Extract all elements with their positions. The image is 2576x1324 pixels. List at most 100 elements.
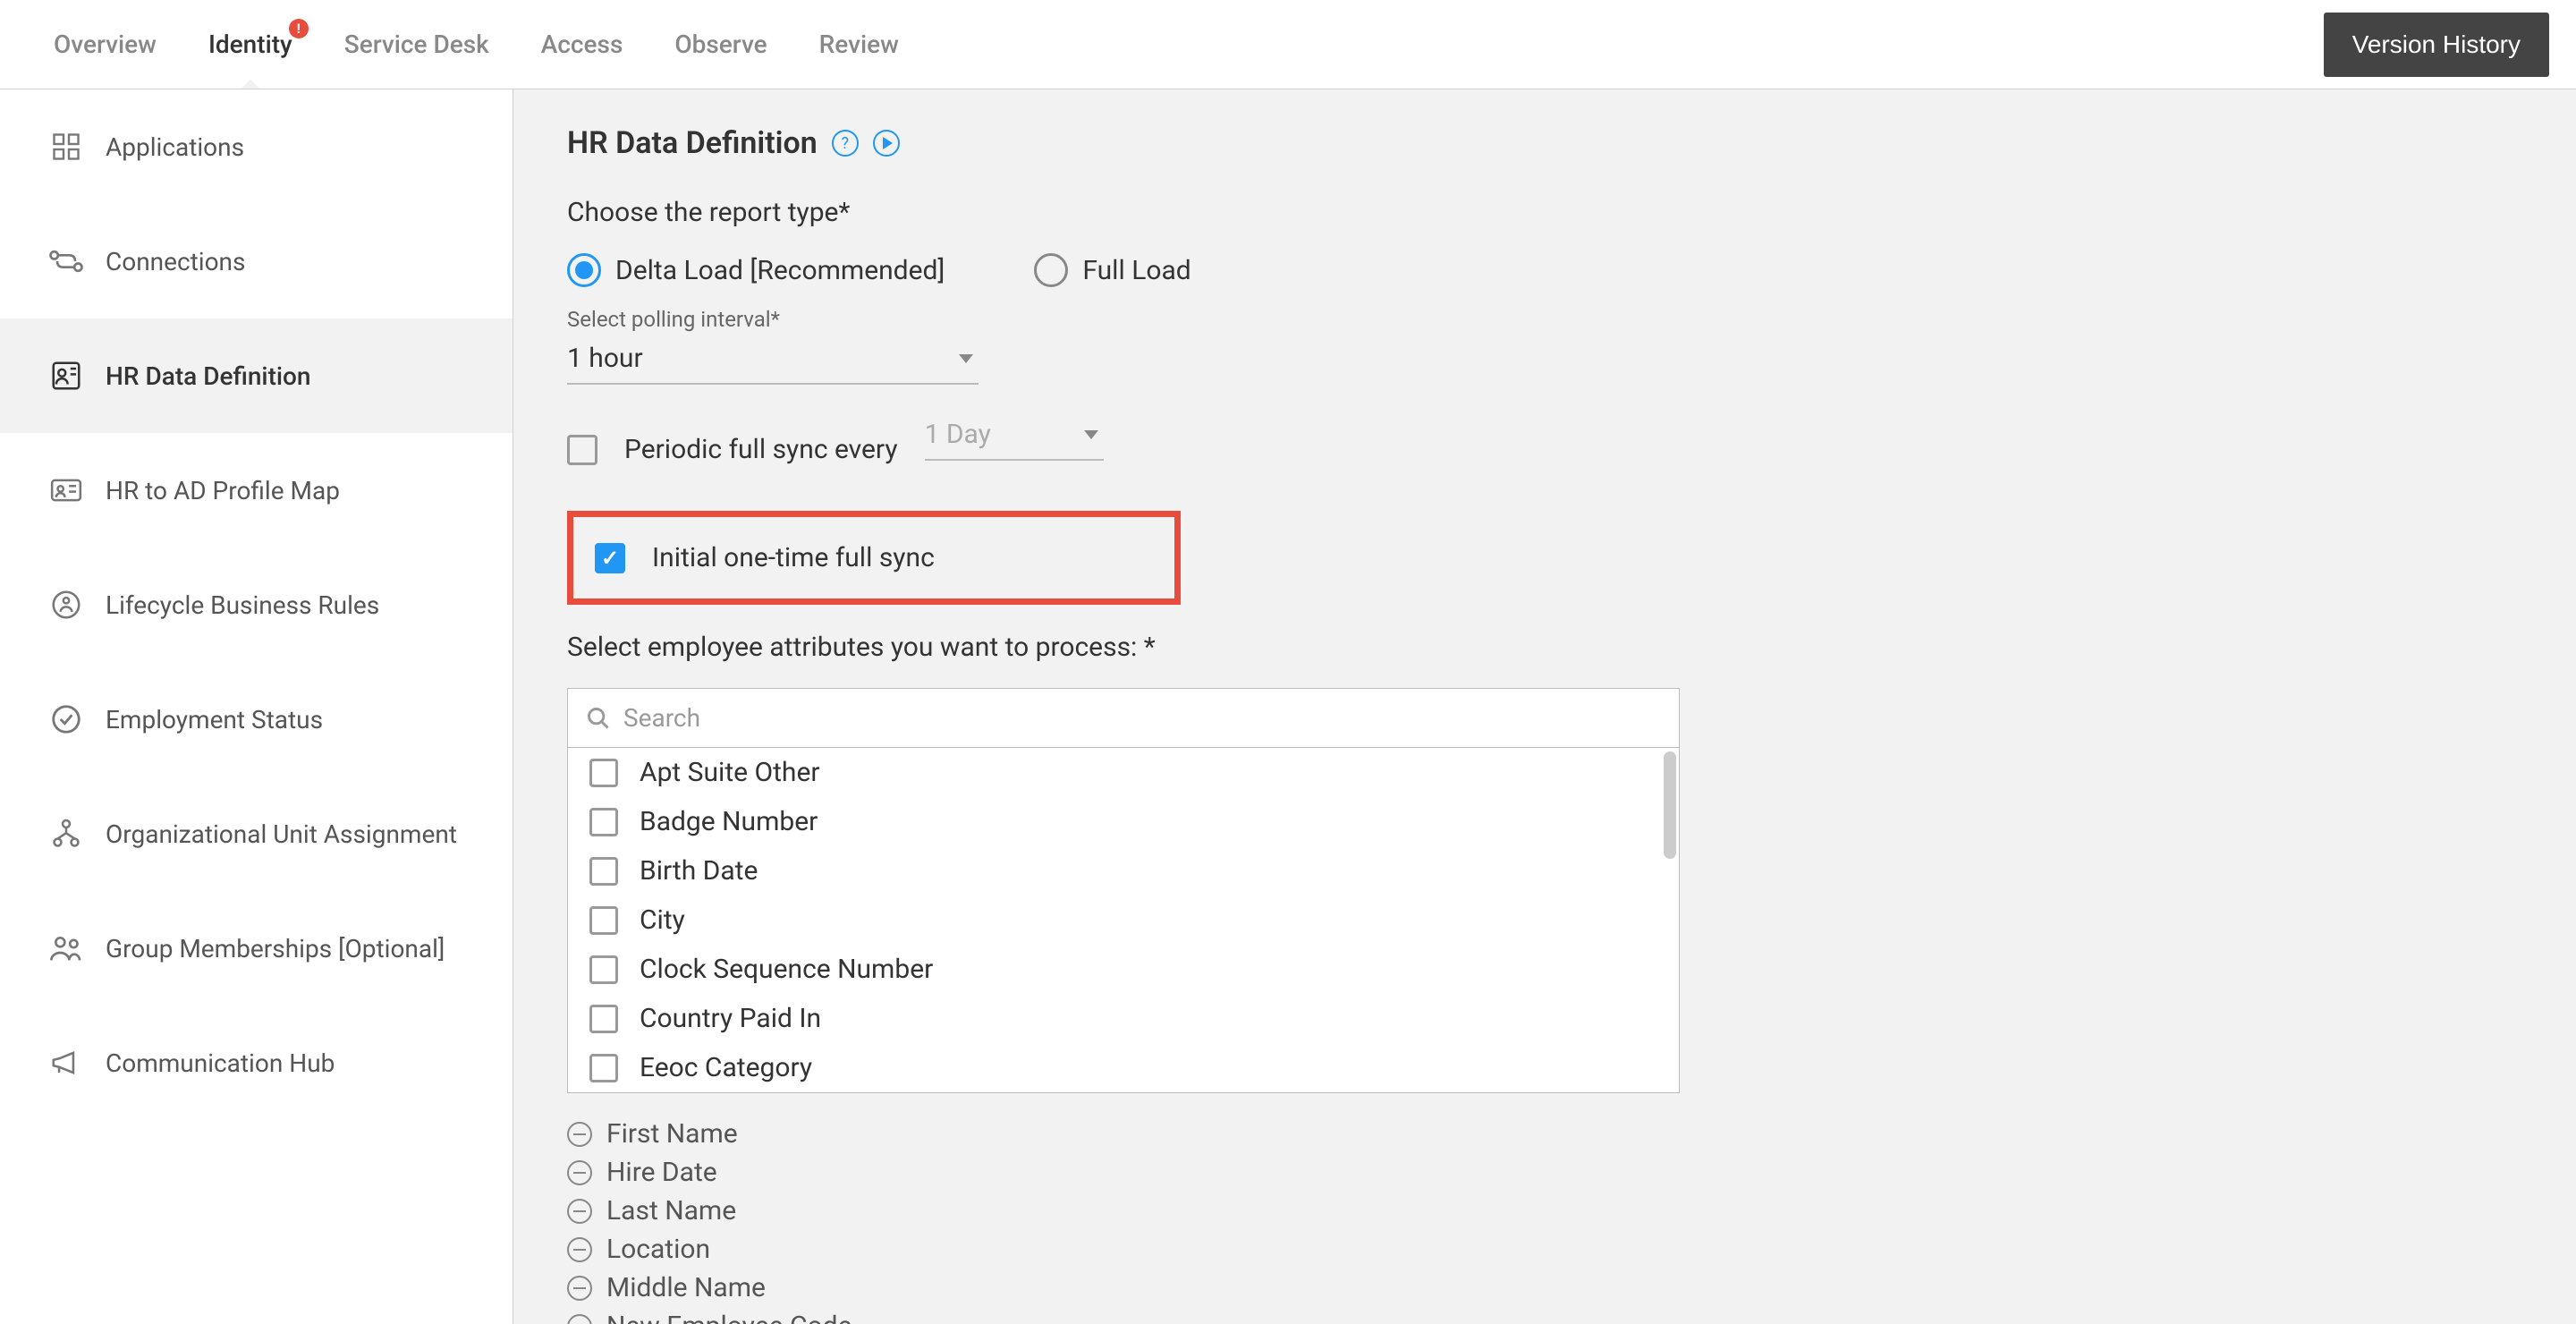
attribute-checkbox[interactable]: [589, 1054, 618, 1082]
tab-access[interactable]: Access: [541, 1, 623, 88]
selected-attribute: First Name: [567, 1115, 2522, 1153]
top-nav: Overview Identity ! Service Desk Access …: [0, 0, 2576, 89]
sidebar-item-label: Group Memberships [Optional]: [106, 934, 445, 963]
chevron-down-icon: [1084, 430, 1098, 439]
profile-map-icon: [48, 472, 84, 508]
page-title: HR Data Definition: [567, 125, 818, 161]
selected-label: Location: [606, 1234, 710, 1265]
search-icon: [586, 706, 611, 731]
radio-icon: [1034, 253, 1068, 287]
attribute-checkbox[interactable]: [589, 857, 618, 886]
tab-review[interactable]: Review: [819, 1, 899, 88]
play-icon[interactable]: [873, 130, 900, 157]
selected-attribute: Location: [567, 1230, 2522, 1269]
alert-badge-icon: !: [289, 19, 309, 38]
attributes-label: Select employee attributes you want to p…: [567, 632, 2522, 663]
sidebar: Applications Connections HR Data Definit…: [0, 89, 513, 1324]
attribute-item[interactable]: Apt Suite Other: [568, 748, 1679, 797]
attribute-label: Birth Date: [640, 855, 758, 887]
sidebar-item-label: Organizational Unit Assignment: [106, 819, 457, 849]
org-unit-icon: [48, 816, 84, 852]
selected-attribute: New Employee Code: [567, 1307, 2522, 1324]
search-placeholder: Search: [623, 703, 700, 733]
sidebar-item-employment-status[interactable]: Employment Status: [0, 662, 513, 777]
sidebar-item-org-unit[interactable]: Organizational Unit Assignment: [0, 777, 513, 891]
select-value: 1 Day: [925, 419, 991, 450]
attribute-checkbox[interactable]: [589, 1005, 618, 1033]
polling-interval-label: Select polling interval*: [567, 307, 2522, 332]
help-icon[interactable]: ?: [832, 130, 859, 157]
remove-icon[interactable]: [567, 1276, 592, 1301]
radio-icon: [567, 253, 601, 287]
attribute-item[interactable]: Eeoc Category: [568, 1043, 1679, 1092]
sidebar-item-hr-data-definition[interactable]: HR Data Definition: [0, 318, 513, 433]
sidebar-item-label: Communication Hub: [106, 1048, 335, 1078]
attribute-list[interactable]: Apt Suite Other Badge Number Birth Date …: [567, 748, 1680, 1093]
chevron-down-icon: [959, 354, 973, 363]
tab-overview[interactable]: Overview: [54, 1, 157, 88]
polling-interval-select[interactable]: 1 hour: [567, 335, 979, 385]
sidebar-item-label: HR to AD Profile Map: [106, 476, 340, 505]
attribute-label: Apt Suite Other: [640, 757, 820, 788]
remove-icon[interactable]: [567, 1314, 592, 1324]
selected-attributes-list: First Name Hire Date Last Name Location …: [567, 1115, 2522, 1324]
selected-attribute: Last Name: [567, 1192, 2522, 1230]
version-history-button[interactable]: Version History: [2324, 13, 2549, 77]
sidebar-item-label: Lifecycle Business Rules: [106, 590, 379, 620]
attribute-item[interactable]: Birth Date: [568, 846, 1679, 895]
lifecycle-icon: [48, 587, 84, 623]
status-icon: [48, 701, 84, 737]
attribute-checkbox[interactable]: [589, 955, 618, 984]
sidebar-item-label: Employment Status: [106, 705, 323, 734]
sidebar-item-lifecycle-rules[interactable]: Lifecycle Business Rules: [0, 547, 513, 662]
radio-full-load[interactable]: Full Load: [1034, 253, 1191, 287]
tab-identity-label: Identity: [208, 30, 292, 59]
periodic-sync-label: Periodic full sync every: [624, 434, 898, 465]
selected-attribute: Middle Name: [567, 1269, 2522, 1307]
attribute-item[interactable]: Clock Sequence Number: [568, 945, 1679, 994]
sidebar-item-communication-hub[interactable]: Communication Hub: [0, 1006, 513, 1120]
groups-icon: [48, 930, 84, 966]
tab-observe[interactable]: Observe: [674, 1, 767, 88]
sidebar-item-label: Applications: [106, 132, 244, 162]
megaphone-icon: [48, 1045, 84, 1081]
sidebar-item-connections[interactable]: Connections: [0, 204, 513, 318]
attribute-checkbox[interactable]: [589, 759, 618, 787]
connections-icon: [48, 243, 84, 279]
sidebar-item-group-memberships[interactable]: Group Memberships [Optional]: [0, 891, 513, 1006]
initial-sync-checkbox[interactable]: [595, 543, 625, 573]
periodic-sync-interval-select[interactable]: 1 Day: [925, 412, 1104, 461]
sidebar-item-hr-ad-profile-map[interactable]: HR to AD Profile Map: [0, 433, 513, 547]
attribute-label: Badge Number: [640, 806, 818, 837]
radio-label: Delta Load [Recommended]: [615, 255, 945, 286]
attribute-label: Country Paid In: [640, 1003, 821, 1034]
remove-icon[interactable]: [567, 1122, 592, 1147]
remove-icon[interactable]: [567, 1237, 592, 1262]
periodic-sync-checkbox[interactable]: [567, 435, 597, 465]
selected-label: Last Name: [606, 1195, 736, 1226]
attribute-item[interactable]: Badge Number: [568, 797, 1679, 846]
attribute-item[interactable]: City: [568, 895, 1679, 945]
attribute-label: Clock Sequence Number: [640, 954, 933, 985]
selected-label: Hire Date: [606, 1157, 717, 1188]
attribute-label: City: [640, 904, 685, 936]
radio-delta-load[interactable]: Delta Load [Recommended]: [567, 253, 945, 287]
initial-sync-highlight: Initial one-time full sync: [567, 511, 1181, 605]
sidebar-item-label: Connections: [106, 247, 245, 276]
attribute-checkbox[interactable]: [589, 808, 618, 836]
sidebar-item-applications[interactable]: Applications: [0, 89, 513, 204]
apps-icon: [48, 129, 84, 165]
scrollbar[interactable]: [1664, 751, 1676, 859]
tab-identity[interactable]: Identity !: [208, 1, 292, 88]
remove-icon[interactable]: [567, 1160, 592, 1185]
attribute-label: Eeoc Category: [640, 1052, 812, 1083]
report-type-label: Choose the report type*: [567, 197, 2522, 228]
sidebar-item-label: HR Data Definition: [106, 361, 311, 391]
attribute-item[interactable]: Country Paid In: [568, 994, 1679, 1043]
remove-icon[interactable]: [567, 1199, 592, 1224]
attribute-search-input[interactable]: Search: [567, 688, 1680, 748]
top-nav-tabs: Overview Identity ! Service Desk Access …: [54, 1, 2324, 88]
selected-label: Middle Name: [606, 1272, 766, 1303]
attribute-checkbox[interactable]: [589, 906, 618, 935]
tab-service-desk[interactable]: Service Desk: [344, 1, 489, 88]
